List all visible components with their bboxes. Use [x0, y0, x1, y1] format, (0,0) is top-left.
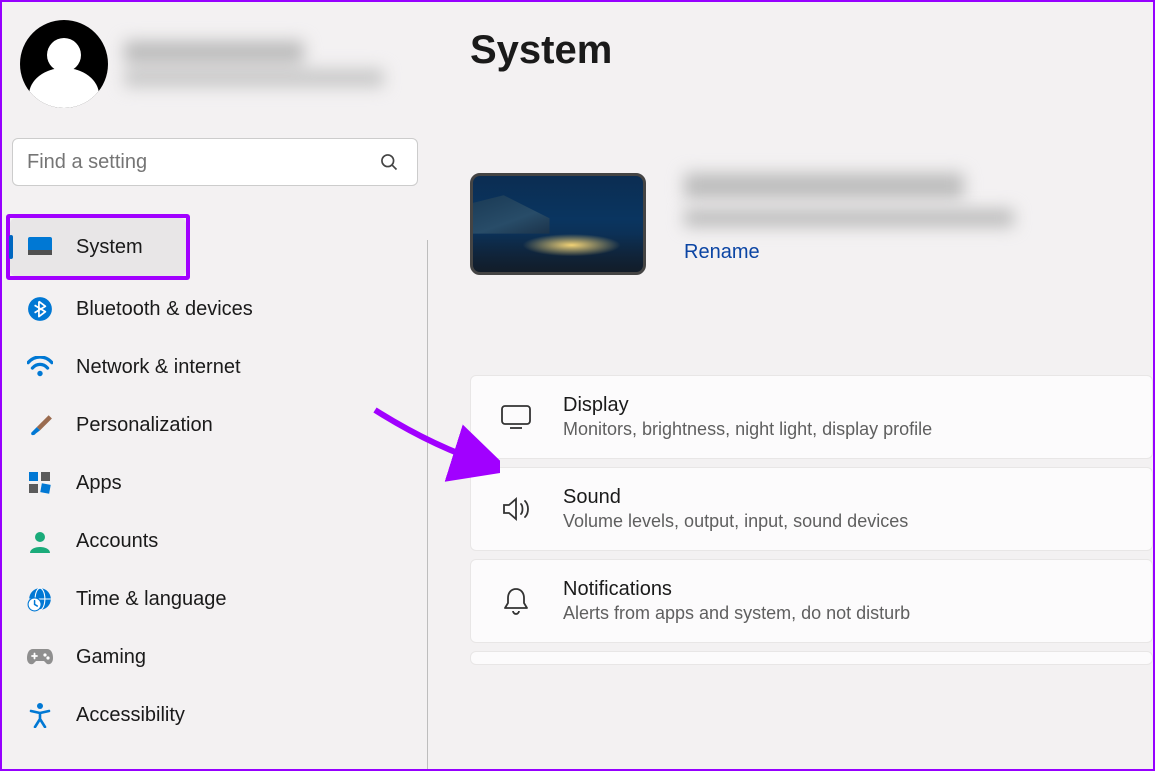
- sidebar-item-label: Accounts: [76, 530, 158, 553]
- sidebar-item-gaming[interactable]: Gaming: [10, 628, 420, 686]
- device-name-blurred: [684, 173, 964, 199]
- sidebar-nav: System Bluetooth & devices Network & int…: [10, 214, 420, 744]
- paintbrush-icon: [26, 411, 54, 439]
- sidebar-item-network[interactable]: Network & internet: [10, 338, 420, 396]
- sidebar-item-label: Network & internet: [76, 356, 241, 379]
- sidebar-item-apps[interactable]: Apps: [10, 454, 420, 512]
- sidebar-item-time-language[interactable]: Time & language: [10, 570, 420, 628]
- sidebar-divider: [427, 240, 428, 769]
- bluetooth-icon: [26, 295, 54, 323]
- annotation-highlight-box: System: [6, 214, 190, 280]
- settings-card-partial[interactable]: [470, 651, 1153, 665]
- sound-icon: [499, 495, 533, 523]
- system-icon: [26, 233, 54, 261]
- wifi-icon: [26, 353, 54, 381]
- avatar: [20, 20, 108, 108]
- sidebar-item-label: Time & language: [76, 588, 226, 611]
- rename-link[interactable]: Rename: [684, 241, 760, 263]
- settings-card-notifications[interactable]: Notifications Alerts from apps and syste…: [470, 559, 1153, 643]
- sidebar-item-label: Personalization: [76, 414, 213, 437]
- sidebar-item-personalization[interactable]: Personalization: [10, 396, 420, 454]
- card-title: Sound: [563, 486, 908, 509]
- user-profile[interactable]: [10, 12, 420, 138]
- sidebar-item-accessibility[interactable]: Accessibility: [10, 686, 420, 744]
- card-title: Display: [563, 394, 932, 417]
- sidebar-item-label: Bluetooth & devices: [76, 298, 253, 321]
- bell-icon: [499, 586, 533, 616]
- card-subtitle: Monitors, brightness, night light, displ…: [563, 419, 932, 440]
- card-subtitle: Volume levels, output, input, sound devi…: [563, 511, 908, 532]
- card-title: Notifications: [563, 578, 910, 601]
- globe-clock-icon: [26, 585, 54, 613]
- gamepad-icon: [26, 643, 54, 671]
- sidebar-item-label: Apps: [76, 472, 122, 495]
- apps-icon: [26, 469, 54, 497]
- search-input[interactable]: [27, 151, 375, 174]
- device-thumbnail[interactable]: [470, 173, 646, 275]
- display-icon: [499, 404, 533, 430]
- page-title: System: [470, 28, 1153, 73]
- accessibility-icon: [26, 701, 54, 729]
- person-icon: [26, 527, 54, 555]
- sidebar-item-label: Accessibility: [76, 704, 185, 727]
- search-container[interactable]: [12, 138, 418, 186]
- sidebar-item-system[interactable]: System: [10, 218, 186, 276]
- settings-card-display[interactable]: Display Monitors, brightness, night ligh…: [470, 375, 1153, 459]
- device-model-blurred: [684, 209, 1014, 227]
- sidebar-item-label: System: [76, 236, 143, 259]
- settings-card-sound[interactable]: Sound Volume levels, output, input, soun…: [470, 467, 1153, 551]
- card-subtitle: Alerts from apps and system, do not dist…: [563, 603, 910, 624]
- search-icon: [375, 148, 403, 176]
- sidebar-item-accounts[interactable]: Accounts: [10, 512, 420, 570]
- profile-name-blurred: [124, 41, 384, 87]
- sidebar-item-label: Gaming: [76, 646, 146, 669]
- sidebar-item-bluetooth[interactable]: Bluetooth & devices: [10, 280, 420, 338]
